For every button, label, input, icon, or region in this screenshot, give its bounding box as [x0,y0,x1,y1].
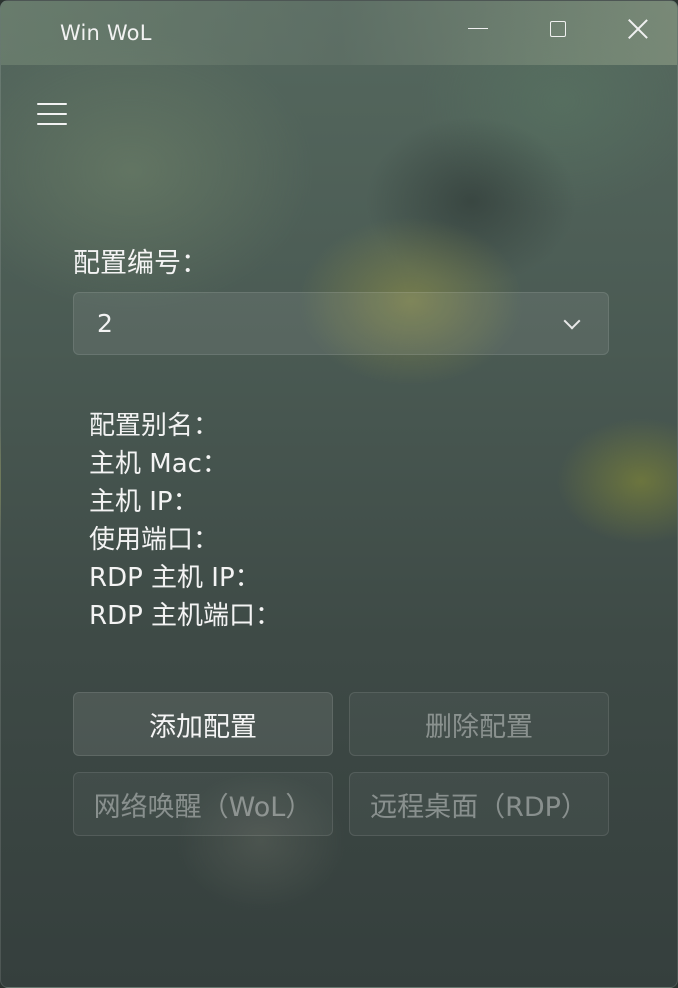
hamburger-line [37,113,67,115]
config-number-value: 2 [97,309,113,338]
minimize-icon [468,28,488,29]
port-label: 使用端口： [89,525,220,555]
app-window: Win WoL 配置编号： 2 配置别名： 主机 Mac： 主机 IP： 使用端… [0,0,678,988]
config-number-label: 配置编号： [73,248,208,279]
maximize-button[interactable] [518,1,598,65]
wake-on-lan-button[interactable]: 网络唤醒（WoL） [73,772,333,836]
config-details: 配置别名： 主机 Mac： 主机 IP： 使用端口： RDP 主机 IP： RD… [89,407,281,635]
app-title: Win WoL [60,21,152,45]
rdp-host-ip-label: RDP 主机 IP： [89,563,261,593]
host-mac-label: 主机 Mac： [89,449,228,479]
config-alias-label: 配置别名： [89,411,220,441]
config-number-select[interactable]: 2 [73,292,609,355]
delete-config-button[interactable]: 删除配置 [349,692,609,756]
title-bar[interactable]: Win WoL [1,1,677,65]
hamburger-line [37,103,67,105]
minimize-button[interactable] [438,1,518,65]
close-button[interactable] [598,1,677,65]
hamburger-menu-icon[interactable] [35,99,69,129]
host-ip-label: 主机 IP： [89,487,199,517]
maximize-icon [550,21,566,37]
chevron-down-icon [563,312,581,330]
rdp-host-port-label: RDP 主机端口： [89,601,282,631]
add-config-button[interactable]: 添加配置 [73,692,333,756]
close-icon [627,18,649,40]
remote-desktop-button[interactable]: 远程桌面（RDP） [349,772,609,836]
hamburger-line [37,123,67,125]
